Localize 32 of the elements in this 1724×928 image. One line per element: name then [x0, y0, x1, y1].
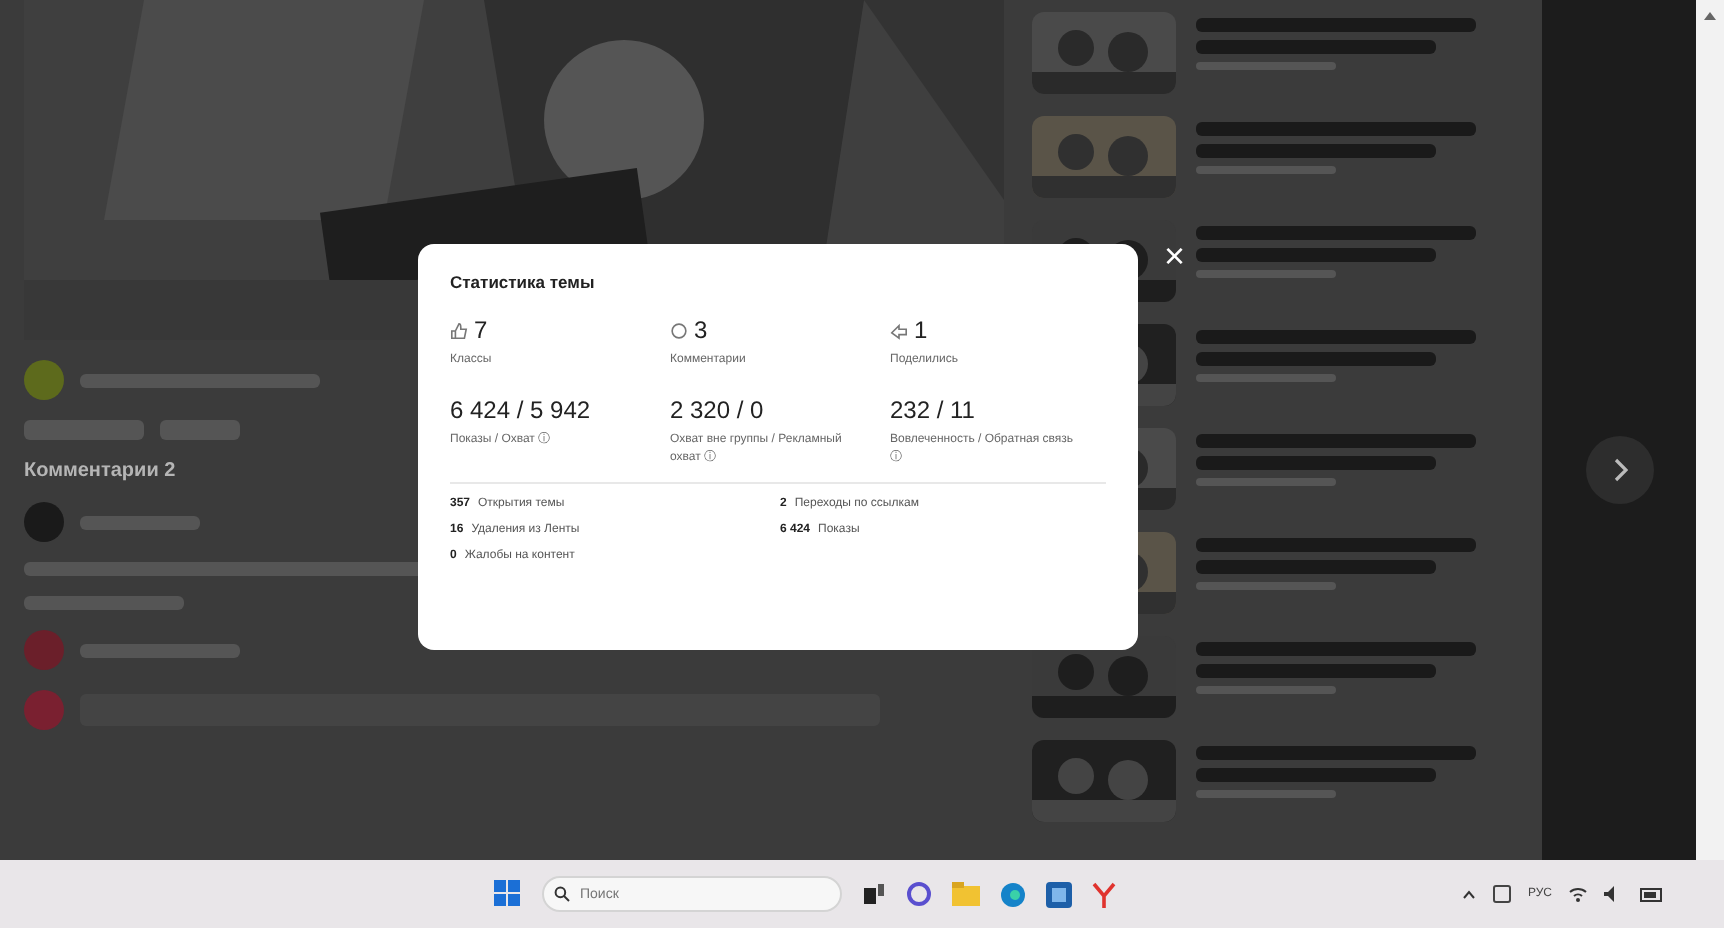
- stat-number: 1: [914, 316, 928, 344]
- stat-value: 2 320 / 0: [670, 396, 766, 425]
- avatar-icon: [24, 630, 64, 670]
- avatar-icon: [24, 502, 64, 542]
- close-button[interactable]: ×: [1156, 238, 1194, 274]
- start-icon[interactable]: [494, 880, 522, 908]
- stat-value: 6 424 / 5 942: [450, 396, 593, 425]
- text-placeholder: [80, 515, 200, 529]
- tray-icon[interactable]: [1491, 884, 1512, 904]
- chevron-up-icon[interactable]: [1461, 889, 1476, 899]
- wifi-icon[interactable]: [1568, 886, 1588, 902]
- scroll-up-icon[interactable]: [1704, 12, 1717, 20]
- stat-number: 7: [474, 316, 488, 344]
- store-icon[interactable]: [1046, 881, 1072, 907]
- avatar-icon: [24, 690, 64, 730]
- chat-icon[interactable]: [906, 881, 932, 907]
- y-browser-icon[interactable]: [1092, 881, 1116, 907]
- browser-icon[interactable]: [1000, 881, 1026, 907]
- stat-value: 232 / 11: [890, 396, 977, 425]
- group-icon: [24, 360, 64, 400]
- comments-heading: Комментарии 2: [24, 460, 178, 482]
- thumb-up-icon: [450, 321, 468, 339]
- text-placeholder: [24, 420, 144, 440]
- task-view-icon[interactable]: [862, 882, 886, 906]
- next-button[interactable]: [1585, 436, 1654, 504]
- chevron-right-icon: [1611, 458, 1628, 482]
- dialog-title: Статистика темы: [450, 272, 597, 292]
- stat-number: 3: [694, 316, 708, 344]
- comment-icon: [670, 321, 688, 339]
- battery-icon[interactable]: [1640, 887, 1664, 901]
- text-placeholder: [160, 420, 240, 440]
- share-icon: [890, 321, 908, 339]
